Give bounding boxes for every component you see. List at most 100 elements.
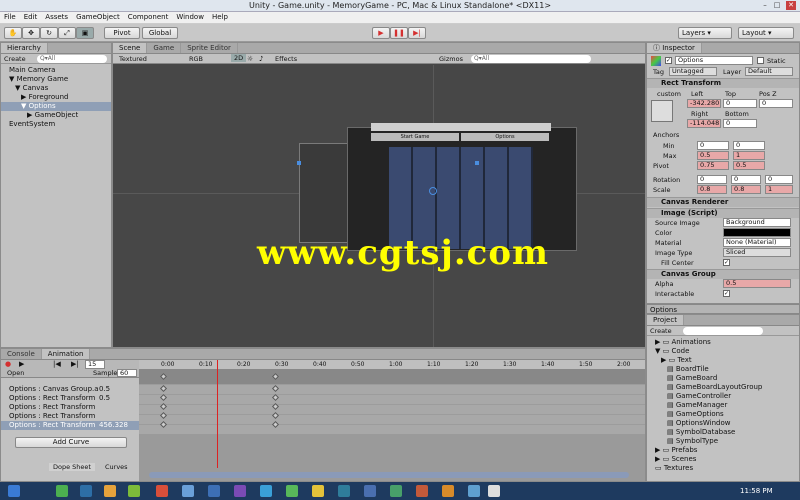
taskbar-app-icon[interactable] [442, 485, 454, 497]
image-type-dropdown[interactable]: Sliced [723, 248, 791, 257]
project-item[interactable]: ▤ SymbolType [647, 437, 799, 446]
taskbar-app-icon[interactable] [286, 485, 298, 497]
interactable-checkbox[interactable]: ✓ [723, 290, 730, 297]
left-input[interactable]: -342.280 [687, 99, 721, 108]
pivot-y-input[interactable]: 0.5 [733, 161, 765, 170]
hierarchy-search-input[interactable]: Q▾All [37, 55, 107, 63]
rect-transform-header[interactable]: Rect Transform [647, 78, 799, 88]
playhead[interactable] [217, 360, 218, 468]
hierarchy-item-foreground[interactable]: ▶ Foreground [1, 93, 111, 102]
project-item[interactable]: ▶ ▭ Prefabs [647, 446, 799, 455]
minimize-button[interactable]: – [760, 1, 770, 10]
record-icon[interactable]: ● [5, 360, 11, 368]
property-value[interactable]: 456.328 [99, 421, 128, 430]
project-item[interactable]: ▶ ▭ Animations [647, 338, 799, 347]
taskbar-app-icon[interactable] [364, 485, 376, 497]
scene-viewport[interactable]: Start Game Options www.cgtsj.com [113, 65, 645, 347]
anchor-handle[interactable] [297, 161, 301, 165]
scene-search-input[interactable]: Q▾All [471, 55, 591, 63]
keyframe[interactable] [159, 372, 168, 381]
project-item[interactable]: ▼ ▭ Code [647, 347, 799, 356]
audio-icon[interactable]: ♪ [259, 55, 263, 63]
property-value[interactable]: 0.5 [99, 385, 110, 394]
curves-tab[interactable]: Curves [101, 463, 132, 471]
project-search-input[interactable] [683, 327, 763, 335]
keyframe[interactable] [271, 420, 280, 429]
keyframe[interactable] [271, 393, 280, 402]
fill-center-checkbox[interactable]: ✓ [723, 259, 730, 266]
taskbar-app-icon[interactable] [104, 485, 116, 497]
menu-file[interactable]: File [0, 12, 20, 22]
step-icon[interactable]: ▶| [408, 27, 426, 39]
light-icon[interactable]: ☼ [247, 55, 253, 63]
project-item[interactable]: ▭ Textures [647, 464, 799, 473]
textured-dropdown[interactable]: Textured [119, 55, 147, 63]
maximize-button[interactable]: □ [772, 1, 782, 10]
keyframe[interactable] [159, 420, 168, 429]
pause-icon[interactable]: ❚❚ [390, 27, 408, 39]
hierarchy-item-memory-game[interactable]: ▼ Memory Game [1, 75, 111, 84]
anchor-preset-button[interactable] [651, 100, 673, 122]
dope-sheet-tab[interactable]: Dope Sheet [49, 463, 95, 471]
animation-property-row[interactable]: Options : Rect Transform 0.5 [1, 394, 139, 403]
keyframe[interactable] [271, 372, 280, 381]
options-panel-rect[interactable] [299, 143, 349, 243]
project-create-button[interactable]: Create [650, 327, 672, 335]
hand-tool-icon[interactable]: ✋ [4, 27, 22, 39]
tab-game[interactable]: Game [147, 43, 182, 53]
rotation-z-input[interactable]: 0 [765, 175, 793, 184]
hierarchy-item-canvas[interactable]: ▼ Canvas [1, 84, 111, 93]
keyframe[interactable] [159, 393, 168, 402]
global-button[interactable]: Global [142, 27, 178, 39]
posz-input[interactable]: 0 [759, 99, 793, 108]
animation-property-row[interactable]: Options : Canvas Group.а 0.5 [1, 385, 139, 394]
hierarchy-create-button[interactable]: Create [4, 55, 26, 63]
taskbar-app-icon[interactable] [390, 485, 402, 497]
timeline-scrollbar[interactable] [149, 472, 629, 478]
object-name-input[interactable]: Options [675, 56, 753, 65]
tag-dropdown[interactable]: Untagged [669, 67, 717, 76]
play-icon[interactable]: ▶ [372, 27, 390, 39]
project-item[interactable]: ▤ GameOptions [647, 410, 799, 419]
prev-key-icon[interactable]: |◀ [53, 360, 61, 368]
project-item[interactable]: ▶ ▭ Text [647, 356, 799, 365]
close-button[interactable]: ✕ [786, 1, 796, 10]
keyframe[interactable] [159, 411, 168, 420]
anchor-handle[interactable] [475, 161, 479, 165]
dope-sheet-area[interactable]: 0:00 0:10 0:20 0:30 0:40 0:50 1:00 1:10 1:20 1:30… [139, 360, 645, 481]
project-item[interactable]: ▤ GameController [647, 392, 799, 401]
unity-taskbar-icon[interactable] [488, 485, 500, 497]
tab-hierarchy[interactable]: Hierarchy [1, 43, 48, 53]
tab-sprite-editor[interactable]: Sprite Editor [181, 43, 238, 53]
next-key-icon[interactable]: ▶| [71, 360, 79, 368]
anchor-min-y-input[interactable]: 0 [733, 141, 765, 150]
keyframe[interactable] [271, 384, 280, 393]
taskbar-app-icon[interactable] [338, 485, 350, 497]
keyframe[interactable] [271, 411, 280, 420]
menu-edit[interactable]: Edit [20, 12, 42, 22]
scale-y-input[interactable]: 0.8 [731, 185, 761, 194]
keyframe[interactable] [271, 402, 280, 411]
property-value[interactable]: 0.5 [99, 394, 110, 403]
effects-dropdown[interactable]: Effects [275, 55, 297, 63]
tab-animation[interactable]: Animation [41, 349, 91, 359]
pivot-button[interactable]: Pivot [104, 27, 140, 39]
anim-play-icon[interactable]: ▶ [19, 360, 24, 368]
2d-toggle[interactable]: 2D [231, 54, 247, 62]
taskbar-app-icon[interactable] [182, 485, 194, 497]
layers-dropdown[interactable]: Layers ▾ [678, 27, 732, 39]
project-item[interactable]: ▤ GameBoardLayoutGroup [647, 383, 799, 392]
clip-dropdown[interactable]: Open [7, 369, 24, 377]
scale-z-input[interactable]: 1 [765, 185, 793, 194]
menu-help[interactable]: Help [208, 12, 232, 22]
scale-tool-icon[interactable]: ⤢ [58, 27, 76, 39]
menu-component[interactable]: Component [124, 12, 173, 22]
animation-property-row[interactable]: Options : Rect Transform 456.328 [1, 421, 139, 430]
sample-input[interactable]: 60 [117, 369, 137, 377]
right-input[interactable]: -114.048 [687, 119, 721, 128]
layer-dropdown[interactable]: Default [745, 67, 793, 76]
menu-window[interactable]: Window [172, 12, 208, 22]
anchor-max-y-input[interactable]: 1 [733, 151, 765, 160]
hierarchy-item-options[interactable]: ▼ Options [1, 102, 111, 111]
hierarchy-item-gameobject[interactable]: ▶ GameObject [1, 111, 111, 120]
